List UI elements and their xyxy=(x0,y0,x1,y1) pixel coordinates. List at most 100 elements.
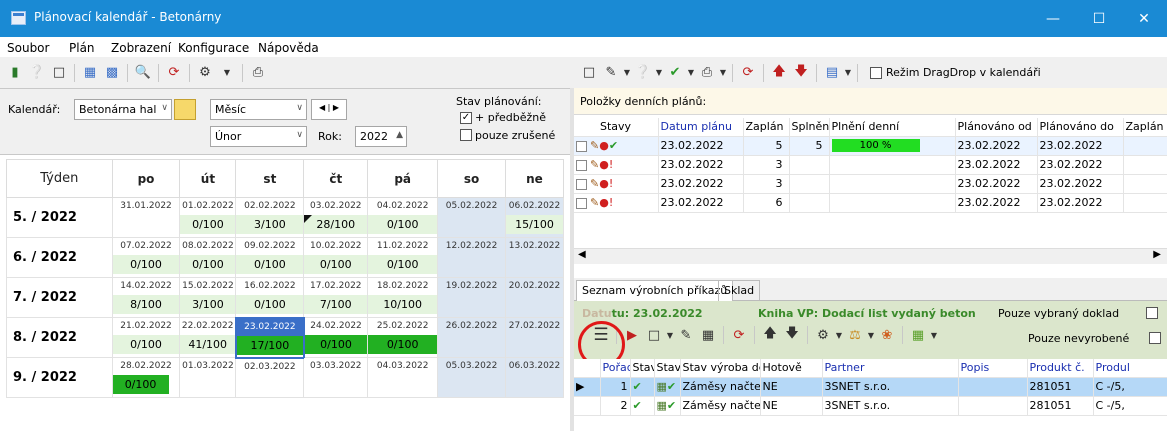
only-selected-checkbox[interactable] xyxy=(1146,307,1158,319)
calendar-day-cell[interactable]: 20.02.2022 xyxy=(504,277,565,318)
calendar-day-cell[interactable]: 16.02.2022 0/100 xyxy=(235,277,305,318)
edit-icon[interactable]: ✎ xyxy=(600,62,622,84)
edit-icon[interactable]: ✎ xyxy=(675,324,697,346)
new-icon[interactable]: □ xyxy=(643,324,665,346)
close-button[interactable]: ✕ xyxy=(1121,0,1167,37)
daily-col-3[interactable]: Splněn xyxy=(789,118,830,137)
row-checkbox[interactable] xyxy=(576,197,587,209)
arrow-down-icon[interactable]: 🡇 xyxy=(781,324,803,346)
calendar-day-cell[interactable]: 02.03.2022 xyxy=(235,357,305,398)
chevron-down-icon[interactable]: ▼ xyxy=(866,324,876,346)
calendar-day-cell[interactable]: 02.02.2022 3/100 xyxy=(235,197,305,238)
calendar-day-cell[interactable]: 17.02.2022 7/100 xyxy=(303,277,369,318)
calendar-day-cell[interactable]: 06.02.2022 15/100 xyxy=(504,197,565,238)
chart-icon[interactable]: ▩ xyxy=(101,62,123,84)
order-row[interactable]: ▶ 1 ✔ ▦✔ Záměsy načten NE 3SNET s.r.o. 281051 C … xyxy=(574,377,1167,397)
calendar-day-cell[interactable]: 18.02.2022 10/100 xyxy=(367,277,439,318)
row-checkbox[interactable] xyxy=(576,178,587,190)
menu-konfigurace[interactable]: Konfigurace xyxy=(178,41,249,55)
chevron-down-icon[interactable]: ▼ xyxy=(834,324,844,346)
tab-orders[interactable]: Seznam výrobních příkazů xyxy=(576,280,734,301)
menu-soubor[interactable]: Soubor xyxy=(7,41,49,55)
calendar-day-cell[interactable]: 08.02.2022 0/100 xyxy=(179,237,237,278)
year-spinner[interactable]: 2022 ▲ xyxy=(355,126,407,147)
tab-warehouse[interactable]: Sklad xyxy=(718,280,761,301)
chevron-down-icon[interactable]: ▼ xyxy=(843,62,853,84)
week-label[interactable]: 9. / 2022 xyxy=(6,357,113,398)
arrow-up-icon[interactable]: 🡅 xyxy=(768,62,790,84)
calendar-day-cell[interactable]: 15.02.2022 3/100 xyxy=(179,277,237,318)
orders-col-2[interactable]: Stav xyxy=(630,359,655,378)
orders-col-5[interactable]: Hotově xyxy=(760,359,823,378)
new-icon[interactable]: □ xyxy=(578,62,600,84)
order-row[interactable]: 2 ✔ ▦✔ Záměsy načten NE 3SNET s.r.o. 281051 C -… xyxy=(574,396,1167,416)
orders-col-4[interactable]: Stav výroba de xyxy=(680,359,761,378)
daily-col-1[interactable]: Datum plánu xyxy=(658,118,744,137)
calendar-day-cell[interactable]: 13.02.2022 xyxy=(504,237,565,278)
calendar-day-cell[interactable]: 03.02.2022 28/100 xyxy=(303,197,369,238)
daily-plan-row[interactable]: ✎●! 23.02.2022 3 23.02.2022 23.02.2022 xyxy=(574,155,1167,175)
tools-icon[interactable]: ⚙ xyxy=(812,324,834,346)
calendar-day-cell[interactable]: 04.02.2022 0/100 xyxy=(367,197,439,238)
calendar-select[interactable]: Betonárna hal ∨ xyxy=(74,99,172,120)
calendar-day-cell[interactable]: 24.02.2022 0/100 xyxy=(303,317,369,358)
chevron-down-icon[interactable]: ▼ xyxy=(216,62,238,84)
calendar-day-cell[interactable]: 03.03.2022 xyxy=(303,357,369,398)
colors-icon[interactable]: ❀ xyxy=(876,324,898,346)
help-icon[interactable]: ❔ xyxy=(26,62,48,84)
month-nav-buttons[interactable]: ◀ | ▶ xyxy=(311,99,347,120)
daily-plan-row[interactable]: ✎●! 23.02.2022 3 23.02.2022 23.02.2022 xyxy=(574,174,1167,194)
arrow-up-icon[interactable]: 🡅 xyxy=(759,324,781,346)
orders-col-9[interactable]: Produl xyxy=(1093,359,1167,378)
folder-icon[interactable] xyxy=(174,99,196,120)
scales-icon[interactable]: ⚖ xyxy=(844,324,866,346)
calendar-day-cell[interactable]: 31.01.2022 xyxy=(111,197,181,238)
print-icon[interactable]: ⎙ xyxy=(247,62,269,84)
calendar-day-cell[interactable]: 10.02.2022 0/100 xyxy=(303,237,369,278)
tools-icon[interactable]: ⚙ xyxy=(194,62,216,84)
menu-plan[interactable]: Plán xyxy=(69,41,95,55)
row-checkbox[interactable] xyxy=(576,159,587,171)
week-label[interactable]: 8. / 2022 xyxy=(6,317,113,358)
calendar-day-cell[interactable]: 22.02.2022 41/100 xyxy=(179,317,237,358)
daily-plan-row[interactable]: ✎●! 23.02.2022 6 23.02.2022 23.02.2022 xyxy=(574,193,1167,213)
calendar-day-cell[interactable]: 12.02.2022 xyxy=(437,237,506,278)
row-checkbox[interactable] xyxy=(576,140,587,152)
daily-col-7[interactable]: Zaplán xyxy=(1123,118,1167,137)
week-label[interactable]: 6. / 2022 xyxy=(6,237,113,278)
calendar-day-cell[interactable]: 25.02.2022 0/100 xyxy=(367,317,439,358)
calendar-day-cell[interactable]: 05.03.2022 xyxy=(437,357,506,398)
find-icon[interactable]: 🔍 xyxy=(132,62,154,84)
daily-col-4[interactable]: Plnění denní xyxy=(829,118,956,137)
prelim-checkbox[interactable]: ✓ xyxy=(460,112,472,124)
refresh-icon[interactable]: ⟳ xyxy=(163,62,185,84)
view-select[interactable]: Měsíc ∨ xyxy=(210,99,307,120)
chevron-down-icon[interactable]: ▼ xyxy=(654,62,664,84)
minimize-button[interactable]: — xyxy=(1030,0,1076,37)
chevron-down-icon[interactable]: ▼ xyxy=(665,324,675,346)
calendar-day-cell[interactable]: 06.03.2022 xyxy=(504,357,565,398)
exit-icon[interactable]: ▮ xyxy=(4,62,26,84)
orders-col-1[interactable]: Pořadí xyxy=(600,359,631,378)
calendar-view-icon[interactable]: ▦ xyxy=(79,62,101,84)
calendar-day-cell[interactable]: 07.02.2022 0/100 xyxy=(111,237,181,278)
orders-col-8[interactable]: Produkt č. xyxy=(1027,359,1094,378)
chevron-down-icon[interactable]: ▼ xyxy=(686,62,696,84)
calendar-day-cell[interactable]: 21.02.2022 0/100 xyxy=(111,317,181,358)
calendar-day-cell[interactable]: 05.02.2022 xyxy=(437,197,506,238)
arrow-down-icon[interactable]: 🡇 xyxy=(790,62,812,84)
calendar-day-cell[interactable]: 28.02.2022 0/100 xyxy=(111,357,181,398)
daily-col-6[interactable]: Plánováno do xyxy=(1037,118,1124,137)
menu-napoveda[interactable]: Nápověda xyxy=(258,41,319,55)
report-icon[interactable]: ▤ xyxy=(821,62,843,84)
refresh-icon[interactable]: ⟳ xyxy=(737,62,759,84)
calendar-day-cell[interactable]: 19.02.2022 xyxy=(437,277,506,318)
daily-col-5[interactable]: Plánováno od xyxy=(955,118,1038,137)
horizontal-scrollbar[interactable]: ◀ ▶ xyxy=(574,248,1167,264)
menu-zobrazeni[interactable]: Zobrazení xyxy=(111,41,171,55)
help-icon[interactable]: ❔ xyxy=(632,62,654,84)
calendar-day-cell[interactable]: 14.02.2022 8/100 xyxy=(111,277,181,318)
chevron-down-icon[interactable]: ▼ xyxy=(622,62,632,84)
calendar-day-cell[interactable]: 11.02.2022 0/100 xyxy=(367,237,439,278)
check-icon[interactable]: ✔ xyxy=(664,62,686,84)
